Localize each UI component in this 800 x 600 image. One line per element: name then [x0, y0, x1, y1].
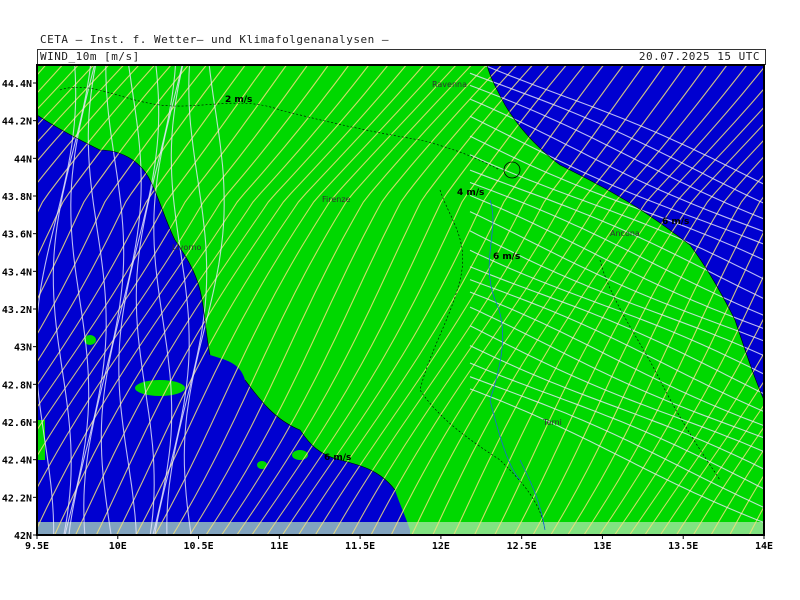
city-label: Ancona — [610, 229, 640, 238]
city-label: Terni — [542, 418, 562, 427]
contour-label: 6 m/s — [493, 252, 520, 262]
city-label: Ravenna — [432, 80, 467, 89]
lat-tick-label: 44.2N — [2, 117, 32, 128]
lat-tick-label: 42.6N — [2, 418, 32, 429]
lon-tick-label: 10E — [109, 541, 127, 552]
lat-tick-label: 42.4N — [2, 456, 32, 467]
lon-tick-label: 11.5E — [345, 541, 375, 552]
lat-tick-label: 43.2N — [2, 305, 32, 316]
lat-tick-label: 43.6N — [2, 230, 32, 241]
contour-label: 6 m/s — [662, 217, 689, 227]
lon-tick-label: 9.5E — [25, 541, 49, 552]
lon-tick-label: 13E — [593, 541, 611, 552]
lat-tick-label: 43.8N — [2, 192, 32, 203]
lat-tick-label: 44N — [14, 154, 32, 165]
bottom-band — [37, 522, 764, 535]
streamline — [769, 0, 800, 535]
lon-tick-label: 12.5E — [507, 541, 537, 552]
elba-island — [135, 380, 185, 396]
longitude-axis: 9.5E 10E 10.5E 11E 11.5E 12E 12.5E 13E 13.5E 14E — [25, 535, 773, 552]
lat-tick-label: 43N — [14, 343, 32, 354]
streamline — [0, 0, 1, 535]
lon-tick-label: 13.5E — [668, 541, 698, 552]
contour-label: 2 m/s — [225, 95, 252, 105]
map-plot-area — [0, 0, 800, 535]
contour-label: 6 m/s — [324, 453, 351, 463]
city-label: Firenze — [322, 195, 351, 204]
contour-label: 4 m/s — [457, 188, 484, 198]
lat-tick-label: 42.2N — [2, 493, 32, 504]
lat-tick-label: 44.4N — [2, 79, 32, 90]
city-label: Livorno — [172, 243, 202, 252]
lon-tick-label: 11E — [270, 541, 288, 552]
lat-tick-label: 43.4N — [2, 267, 32, 278]
lon-tick-label: 12E — [432, 541, 450, 552]
streamline — [790, 0, 800, 535]
lon-tick-label: 10.5E — [184, 541, 214, 552]
lon-tick-label: 14E — [755, 541, 773, 552]
wind-map: Ravenna Firenze Livorno Ancona Terni 2 m… — [0, 0, 800, 552]
latitude-axis: 44.4N 44.2N 44N 43.8N 43.6N 43.4N 43.2N 43N 42.8… — [2, 79, 37, 542]
lat-tick-label: 42.8N — [2, 380, 32, 391]
